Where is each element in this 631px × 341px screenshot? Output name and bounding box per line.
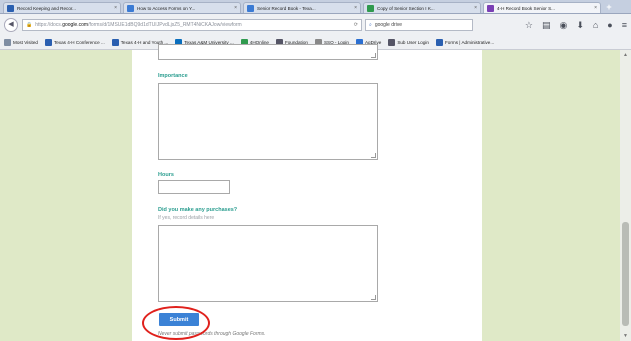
bookmark-item[interactable]: Most Visited bbox=[4, 39, 38, 46]
purchases-help-text: If yes, record details here bbox=[158, 215, 215, 221]
url-domain: google.com bbox=[62, 22, 89, 28]
bookmark-icon bbox=[44, 39, 52, 46]
browser-tab[interactable]: Copy of Senior Section I K... × bbox=[363, 2, 481, 13]
scroll-down-arrow-icon[interactable]: ▼ bbox=[622, 333, 629, 339]
tab-favicon-icon bbox=[127, 4, 134, 12]
tab-favicon-icon bbox=[367, 4, 374, 12]
bookmark-label: Texas 4-H Conference ... bbox=[53, 40, 105, 45]
hours-input[interactable] bbox=[158, 180, 230, 194]
bookmark-icon bbox=[4, 39, 11, 46]
home-icon[interactable]: ⌂ bbox=[593, 20, 598, 31]
close-tab-icon[interactable]: × bbox=[114, 5, 117, 11]
tab-strip: Record Keeping and Recor... × How to Acce… bbox=[0, 0, 631, 14]
reading-list-icon[interactable]: ▤ bbox=[542, 20, 551, 31]
bookmark-icon bbox=[111, 39, 119, 46]
bookmark-label: Forms | Administrative... bbox=[444, 40, 495, 45]
shield-icon[interactable]: ● bbox=[607, 20, 612, 31]
browser-tab-active[interactable]: 4-H Record Book Senior S... × bbox=[483, 2, 601, 13]
tab-title: Senior Record Book - Texa... bbox=[257, 5, 316, 11]
tab-favicon-icon bbox=[487, 4, 494, 12]
tab-favicon-icon bbox=[247, 4, 254, 12]
resize-grip-icon[interactable] bbox=[371, 53, 376, 58]
reload-icon[interactable]: ⟳ bbox=[354, 22, 358, 28]
bookmark-label: Most Visited bbox=[13, 40, 38, 45]
previous-answer-textarea[interactable] bbox=[158, 44, 378, 60]
tab-title: 4-H Record Book Senior S... bbox=[497, 5, 555, 11]
menu-icon[interactable]: ≡ bbox=[622, 20, 627, 31]
tab-title: Record Keeping and Recor... bbox=[17, 5, 76, 11]
downloads-icon[interactable]: ⬇ bbox=[576, 20, 584, 31]
new-tab-button[interactable]: + bbox=[603, 2, 615, 13]
search-value: google drive bbox=[374, 22, 403, 28]
password-warning: Never submit passwords through Google Fo… bbox=[158, 331, 266, 337]
form-sheet: Importance Hours Did you make any purcha… bbox=[132, 44, 482, 341]
bookmark-label: Sub User Login bbox=[397, 40, 429, 45]
close-tab-icon[interactable]: × bbox=[474, 5, 477, 11]
lock-icon: 🔒 bbox=[26, 22, 33, 28]
browser-tab[interactable]: Senior Record Book - Texa... × bbox=[243, 2, 361, 13]
bookmark-icon bbox=[388, 39, 396, 46]
importance-textarea[interactable] bbox=[158, 83, 378, 160]
scroll-up-arrow-icon[interactable]: ▲ bbox=[622, 52, 629, 58]
browser-tab[interactable]: How to Access Forms on Y... × bbox=[123, 2, 241, 13]
close-tab-icon[interactable]: × bbox=[354, 5, 357, 11]
navigation-bar: ◀ 🔒 https://docs. google.com/forms/d/1MSU… bbox=[0, 14, 631, 36]
search-icon: ⌕ bbox=[369, 22, 372, 28]
bookmark-item[interactable]: Forms | Administrative... bbox=[435, 39, 495, 46]
submit-button[interactable]: Submit bbox=[159, 313, 199, 326]
browser-tab[interactable]: Record Keeping and Recor... × bbox=[3, 2, 121, 13]
pocket-icon[interactable]: ◉ bbox=[559, 20, 567, 31]
bookmark-item[interactable]: Sub User Login bbox=[388, 39, 429, 46]
purchases-label: Did you make any purchases? bbox=[158, 207, 238, 213]
toolbar-icons: ☆ ▤ ◉ ⬇ ⌂ ● ≡ bbox=[525, 20, 627, 31]
bookmark-item[interactable]: Texas 4-H Conference ... bbox=[44, 39, 105, 46]
purchases-textarea[interactable] bbox=[158, 225, 378, 302]
bookmark-star-icon[interactable]: ☆ bbox=[525, 20, 533, 31]
resize-grip-icon[interactable] bbox=[371, 153, 376, 158]
tab-title: How to Access Forms on Y... bbox=[137, 5, 196, 11]
importance-label: Importance bbox=[158, 73, 188, 79]
url-prefix: https://docs. bbox=[35, 22, 63, 28]
tab-favicon-icon bbox=[7, 4, 14, 12]
address-bar[interactable]: 🔒 https://docs. google.com/forms/d/1MSUE1… bbox=[22, 19, 362, 31]
hours-label: Hours bbox=[158, 172, 174, 178]
search-bar[interactable]: ⌕ google drive bbox=[365, 19, 473, 31]
resize-grip-icon[interactable] bbox=[371, 295, 376, 300]
scrollbar-thumb[interactable] bbox=[622, 222, 629, 326]
bookmark-icon bbox=[435, 39, 443, 46]
tab-title: Copy of Senior Section I K... bbox=[377, 5, 435, 11]
url-path: /forms/d/1MSUE1dBQ9d1dTUIJPvdLjsZ5_RMT4N… bbox=[88, 22, 242, 28]
close-tab-icon[interactable]: × bbox=[594, 5, 597, 11]
back-arrow-icon[interactable]: ◀ bbox=[4, 18, 18, 32]
close-tab-icon[interactable]: × bbox=[234, 5, 237, 11]
